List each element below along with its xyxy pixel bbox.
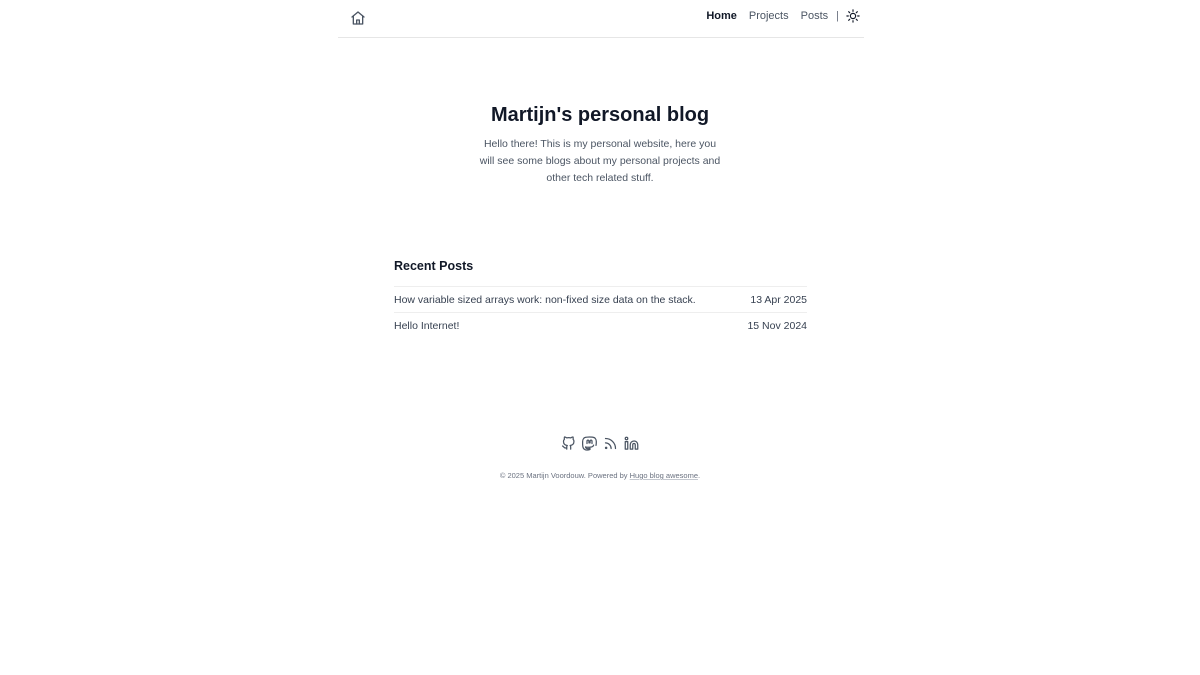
site-footer: © 2025 Martijn Voordouw. Powered by Hugo… — [0, 436, 1200, 481]
recent-posts-heading: Recent Posts — [394, 259, 474, 273]
home-icon — [351, 11, 365, 25]
mastodon-icon — [582, 436, 597, 451]
copyright: © 2025 Martijn Voordouw. Powered by Hugo… — [0, 471, 1200, 481]
nav-projects[interactable]: Projects — [749, 8, 789, 24]
theme-toggle-button[interactable] — [846, 9, 860, 23]
post-date: 15 Nov 2024 — [747, 319, 807, 332]
hero: Martijn's personal blog Hello there! Thi… — [0, 102, 1200, 187]
site-header: Home Projects Posts | — [338, 0, 864, 38]
nav-posts[interactable]: Posts — [801, 8, 829, 24]
post-title: Hello Internet! — [394, 319, 460, 332]
linkedin-link[interactable] — [624, 436, 639, 451]
home-link[interactable] — [350, 10, 366, 26]
theme-credit-link[interactable]: Hugo blog awesome — [630, 471, 698, 480]
copyright-suffix: . — [698, 471, 701, 480]
nav-home[interactable]: Home — [706, 8, 737, 24]
social-links — [0, 436, 1200, 451]
recent-posts: Recent Posts How variable sized arrays w… — [394, 258, 807, 338]
mastodon-link[interactable] — [582, 436, 597, 451]
github-link[interactable] — [561, 436, 576, 451]
post-date: 13 Apr 2025 — [750, 293, 807, 306]
page-title: Martijn's personal blog — [490, 104, 710, 126]
post-list: How variable sized arrays work: non-fixe… — [394, 286, 807, 338]
rss-icon — [604, 437, 617, 450]
post-title: How variable sized arrays work: non-fixe… — [394, 293, 696, 306]
rss-link[interactable] — [603, 436, 618, 451]
nav-separator: | — [836, 10, 839, 22]
linkedin-icon — [624, 436, 639, 450]
site-description: Hello there! This is my personal website… — [479, 138, 721, 184]
main-nav: Home Projects Posts | — [706, 8, 860, 24]
sun-icon — [846, 9, 860, 23]
copyright-text: © 2025 Martijn Voordouw. Powered by — [499, 471, 630, 480]
post-row[interactable]: Hello Internet! 15 Nov 2024 — [394, 312, 807, 338]
post-row[interactable]: How variable sized arrays work: non-fixe… — [394, 286, 807, 312]
github-icon — [561, 436, 575, 450]
